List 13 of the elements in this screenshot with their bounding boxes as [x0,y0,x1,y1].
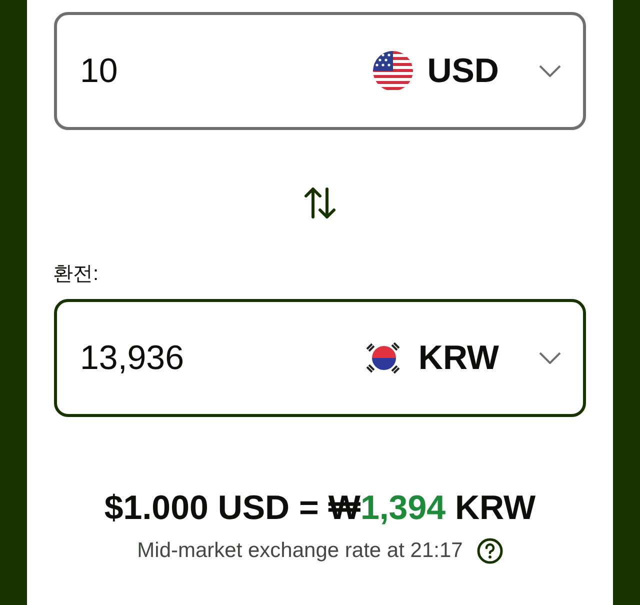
currency-selector[interactable]: USD [373,51,561,91]
swap-arrows-icon [303,186,337,220]
converted-label: 환전: [53,262,100,287]
help-icon[interactable] [476,538,503,564]
swap-button[interactable] [303,186,337,220]
flag-icon [373,51,414,91]
exchange-rate: $1.000 USD = ₩1,394 KRW [104,489,536,528]
amount-field[interactable]: 13,936 [80,338,364,378]
currency-selector[interactable]: KRW [364,338,561,378]
chevron-down-icon [539,65,561,77]
amount-field[interactable]: 10 [80,52,374,90]
chevron-down-icon [539,352,561,364]
rate-note: Mid-market exchange rate at 21:17 [137,539,463,563]
